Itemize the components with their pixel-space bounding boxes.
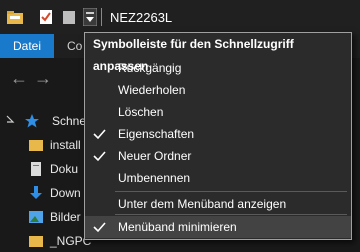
checkmark-icon	[93, 222, 106, 233]
downloads-icon	[30, 186, 42, 199]
back-arrow-icon[interactable]: ←	[10, 68, 28, 89]
forward-arrow-icon[interactable]: →	[34, 68, 52, 89]
title-separator	[101, 8, 102, 26]
tree-label: Bilder	[50, 210, 81, 224]
menu-item-minimize-ribbon[interactable]: Menüband minimieren	[85, 216, 351, 238]
menu-header: Symbolleiste für den Schnellzugriff anpa…	[93, 37, 294, 73]
menu-separator	[115, 191, 347, 192]
checkmark-icon	[93, 129, 106, 140]
menu-item-delete[interactable]: Löschen	[85, 101, 351, 123]
new-folder-icon[interactable]	[62, 8, 76, 26]
tab-next[interactable]: Co	[67, 34, 82, 58]
menu-item-properties[interactable]: Eigenschaften	[85, 123, 351, 145]
star-icon	[25, 114, 39, 128]
folder-icon	[29, 236, 43, 247]
pictures-icon	[29, 211, 43, 223]
chevron-down-icon[interactable]	[4, 113, 18, 133]
menu-separator	[115, 214, 347, 215]
tab-file[interactable]: Datei	[0, 34, 54, 58]
title-bar	[0, 0, 360, 34]
menu-item-redo[interactable]: Wiederholen	[85, 79, 351, 101]
tree-label: install	[50, 138, 81, 152]
menu-item-rename[interactable]: Umbenennen	[85, 167, 351, 189]
checkmark-icon	[93, 151, 106, 162]
tree-label: Down	[50, 186, 81, 200]
folder-icon	[7, 11, 23, 24]
customize-quick-access-menu: Symbolleiste für den Schnellzugriff anpa…	[84, 32, 352, 240]
documents-icon	[31, 162, 41, 176]
tree-label: Doku	[50, 162, 79, 176]
menu-item-undo[interactable]: Rückgängig	[85, 57, 351, 79]
window-title: NEZ2263L	[110, 10, 173, 25]
properties-icon[interactable]	[38, 8, 54, 26]
customize-dropdown-icon[interactable]	[83, 8, 97, 26]
menu-item-show-below-ribbon[interactable]: Unter dem Menüband anzeigen	[85, 193, 351, 215]
folder-icon	[29, 140, 43, 151]
menu-item-new-folder[interactable]: Neuer Ordner	[85, 145, 351, 167]
